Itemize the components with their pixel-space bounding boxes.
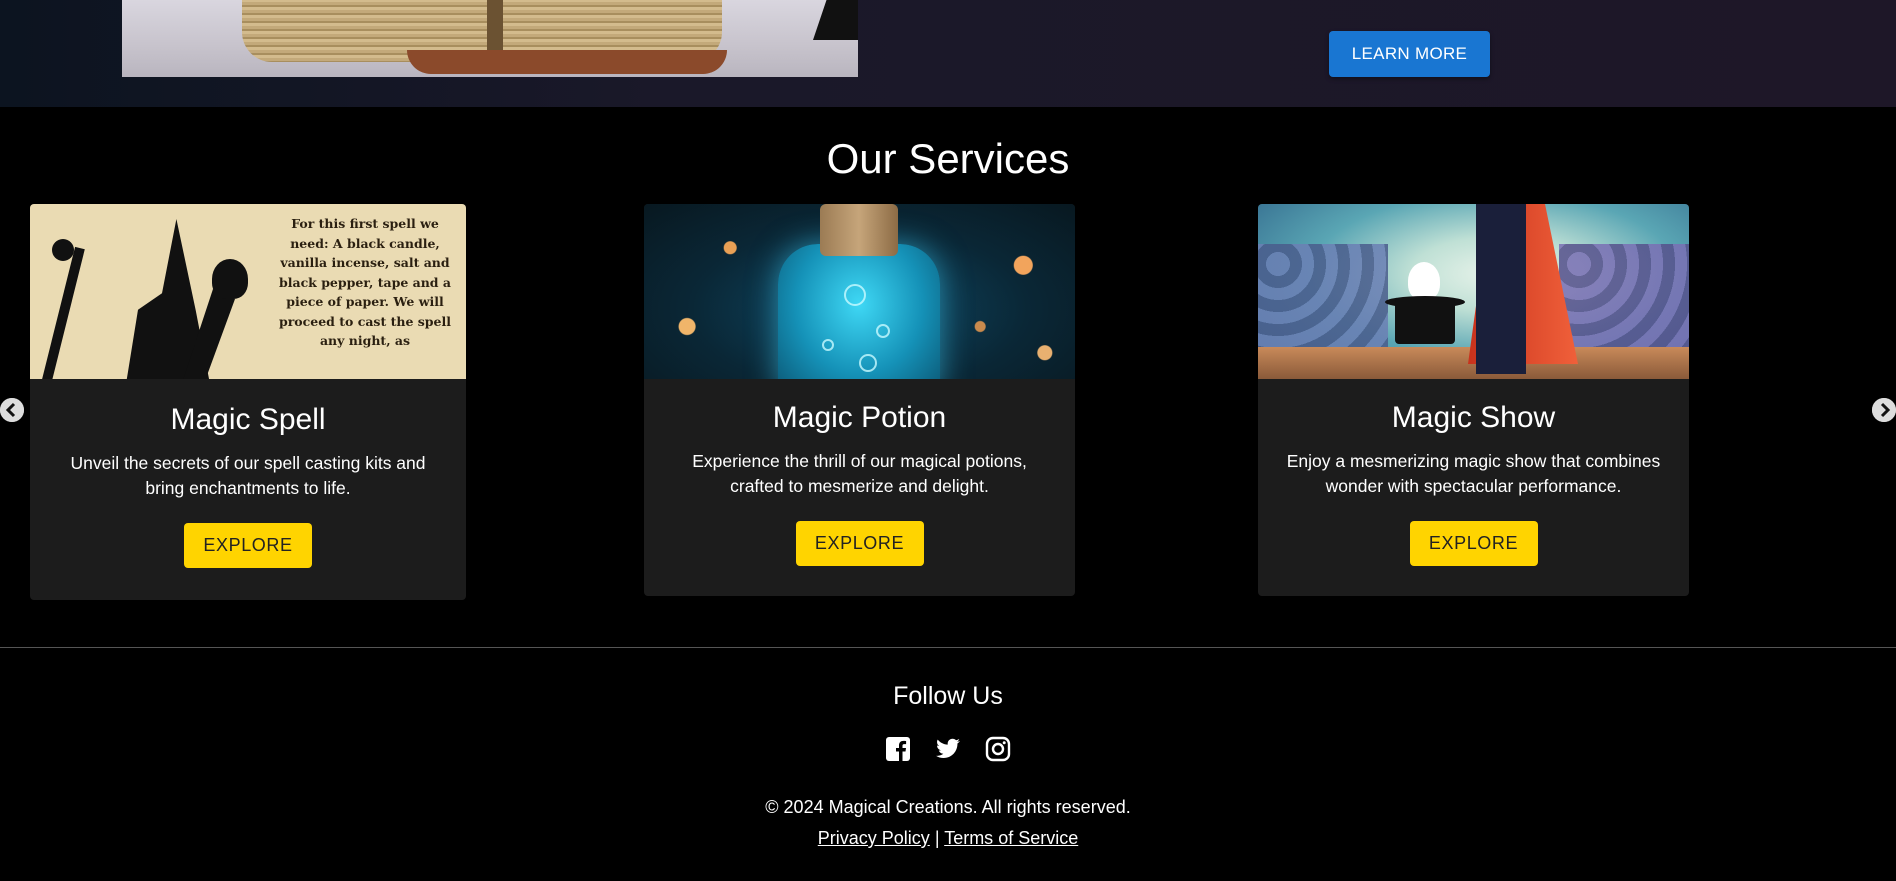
bubble bbox=[859, 354, 877, 372]
show-card-image bbox=[1258, 204, 1689, 379]
card-description: Enjoy a mesmerizing magic show that comb… bbox=[1286, 451, 1661, 496]
instagram-icon bbox=[985, 736, 1011, 762]
bottle-neck bbox=[820, 204, 898, 256]
skull-silhouette bbox=[212, 259, 248, 299]
chevron-right-icon bbox=[1872, 398, 1896, 422]
card-description: Experience the thrill of our magical pot… bbox=[692, 451, 1027, 496]
follow-us-title: Follow Us bbox=[893, 682, 1003, 710]
footer-divider bbox=[0, 647, 1896, 648]
chevron-left-icon bbox=[0, 398, 24, 422]
explore-spell-button[interactable]: EXPLORE bbox=[184, 523, 312, 568]
orb-silhouette bbox=[52, 239, 74, 261]
facebook-icon bbox=[886, 737, 910, 761]
social-links bbox=[0, 736, 1896, 762]
potion-card-image bbox=[644, 204, 1075, 379]
twitter-icon bbox=[936, 738, 960, 758]
bubble bbox=[822, 339, 834, 351]
carousel-next-button[interactable] bbox=[1872, 398, 1896, 422]
carousel-prev-button[interactable] bbox=[0, 398, 24, 422]
learn-more-button[interactable]: LEARN MORE bbox=[1329, 31, 1490, 77]
twitter-link[interactable] bbox=[935, 736, 961, 762]
card-title: Magic Spell bbox=[170, 403, 326, 436]
service-card-show: Magic Show Enjoy a mesmerizing magic sho… bbox=[1258, 204, 1689, 596]
spell-card-image: For this first spell we need: A black ca… bbox=[30, 204, 466, 379]
card-description: Unveil the secrets of our spell casting … bbox=[70, 453, 426, 498]
explore-show-button[interactable]: EXPLORE bbox=[1409, 521, 1538, 566]
instagram-link[interactable] bbox=[985, 736, 1011, 762]
hero-image-spellbook bbox=[122, 0, 858, 77]
bubble bbox=[876, 324, 890, 338]
legal-links: Privacy Policy | Terms of Service bbox=[0, 828, 1896, 849]
bubble bbox=[844, 284, 866, 306]
privacy-policy-link[interactable]: Privacy Policy bbox=[818, 828, 930, 848]
terms-of-service-link[interactable]: Terms of Service bbox=[944, 828, 1078, 848]
explore-potion-button[interactable]: EXPLORE bbox=[795, 521, 924, 566]
top-hat bbox=[1395, 299, 1455, 344]
legal-separator: | bbox=[934, 828, 940, 848]
hero-section: LEARN MORE bbox=[0, 0, 1896, 107]
rabbit bbox=[1408, 262, 1440, 300]
card-title: Magic Show bbox=[1391, 401, 1556, 434]
services-title: Our Services bbox=[826, 135, 1070, 182]
dark-corner bbox=[813, 0, 858, 40]
service-card-potion: Magic Potion Experience the thrill of ou… bbox=[644, 204, 1075, 596]
magician bbox=[1476, 204, 1526, 374]
copyright-text: © 2024 Magical Creations. All rights res… bbox=[765, 797, 1131, 817]
spell-image-text: For this first spell we need: A black ca… bbox=[278, 216, 451, 348]
service-card-spell: For this first spell we need: A black ca… bbox=[30, 204, 466, 600]
card-title: Magic Potion bbox=[772, 401, 947, 434]
book-cover bbox=[407, 50, 727, 74]
facebook-link[interactable] bbox=[885, 736, 911, 762]
staff-silhouette bbox=[41, 246, 85, 379]
